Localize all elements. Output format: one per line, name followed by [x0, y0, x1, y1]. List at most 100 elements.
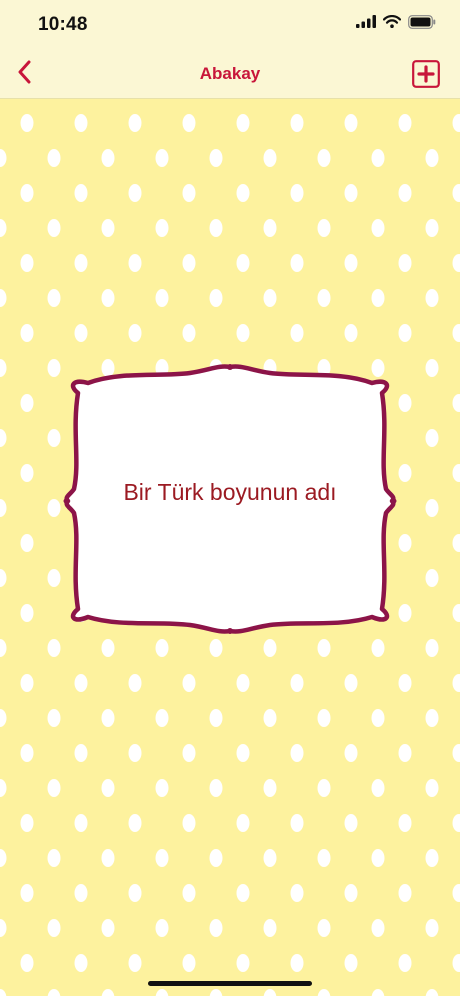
polka-dot — [0, 849, 7, 867]
polka-dot — [209, 219, 223, 237]
polka-dot — [47, 849, 61, 867]
polka-dot — [155, 289, 169, 307]
polka-dot — [398, 394, 412, 412]
polka-dot — [425, 499, 439, 517]
polka-dot — [425, 919, 439, 937]
polka-dot — [452, 394, 460, 412]
plus-square-icon — [412, 60, 440, 92]
polka-dot — [452, 674, 460, 692]
polka-dot — [371, 989, 385, 996]
polka-dot — [236, 114, 250, 132]
polka-dot — [128, 744, 142, 762]
home-indicator — [148, 981, 312, 986]
polka-dot — [155, 989, 169, 996]
polka-dot — [20, 394, 34, 412]
polka-dot — [290, 184, 304, 202]
polka-dot — [425, 989, 439, 996]
polka-dot — [0, 989, 7, 996]
polka-dot — [182, 184, 196, 202]
polka-dot — [182, 744, 196, 762]
polka-dot — [398, 464, 412, 482]
polka-dot — [425, 429, 439, 447]
polka-dot — [209, 709, 223, 727]
polka-dot — [47, 569, 61, 587]
flash-card[interactable]: Bir Türk boyunun adı — [60, 361, 400, 637]
polka-dot — [317, 289, 331, 307]
polka-dot — [47, 709, 61, 727]
polka-dot — [452, 884, 460, 902]
polka-dot — [74, 744, 88, 762]
polka-dot — [47, 219, 61, 237]
polka-dot — [317, 709, 331, 727]
polka-dot — [0, 289, 7, 307]
polka-dot — [236, 884, 250, 902]
polka-dot — [236, 744, 250, 762]
polka-dot — [371, 849, 385, 867]
add-button[interactable] — [412, 60, 440, 88]
polka-dot — [344, 814, 358, 832]
polka-dot — [371, 219, 385, 237]
polka-dot — [344, 674, 358, 692]
polka-dot — [209, 149, 223, 167]
polka-dot — [371, 149, 385, 167]
status-bar: 10:48 — [0, 0, 460, 50]
polka-dot — [209, 639, 223, 657]
polka-dot — [452, 814, 460, 832]
polka-dot — [290, 114, 304, 132]
navigation-bar: Abakay — [0, 50, 460, 99]
polka-dot — [74, 954, 88, 972]
polka-dot — [290, 954, 304, 972]
wifi-icon — [382, 15, 402, 33]
polka-dot — [182, 814, 196, 832]
polka-dot — [371, 639, 385, 657]
polka-dot — [101, 709, 115, 727]
polka-dot — [47, 289, 61, 307]
polka-dot — [20, 184, 34, 202]
polka-dot — [20, 884, 34, 902]
polka-dot — [317, 149, 331, 167]
polka-dot — [236, 674, 250, 692]
polka-dot — [425, 289, 439, 307]
polka-dot — [290, 254, 304, 272]
polka-dot — [0, 779, 7, 797]
polka-dot — [74, 674, 88, 692]
polka-dot — [452, 744, 460, 762]
polka-dot — [20, 534, 34, 552]
polka-dot — [263, 989, 277, 996]
polka-dot — [290, 814, 304, 832]
polka-dot — [155, 779, 169, 797]
polka-dot — [371, 289, 385, 307]
content-area: Bir Türk boyunun adı — [0, 99, 460, 996]
polka-dot — [452, 114, 460, 132]
polka-dot — [371, 779, 385, 797]
polka-dot — [425, 359, 439, 377]
polka-dot — [155, 709, 169, 727]
polka-dot — [20, 954, 34, 972]
polka-dot — [0, 919, 7, 937]
polka-dot — [47, 639, 61, 657]
polka-dot — [101, 219, 115, 237]
polka-dot — [128, 674, 142, 692]
polka-dot — [182, 954, 196, 972]
polka-dot — [344, 954, 358, 972]
polka-dot — [74, 114, 88, 132]
polka-dot — [425, 849, 439, 867]
polka-dot — [47, 359, 61, 377]
polka-dot — [290, 324, 304, 342]
polka-dot — [74, 184, 88, 202]
polka-dot — [317, 219, 331, 237]
polka-dot — [398, 884, 412, 902]
polka-dot — [74, 254, 88, 272]
polka-dot — [317, 849, 331, 867]
polka-dot — [0, 499, 7, 517]
polka-dot — [47, 919, 61, 937]
polka-dot — [344, 744, 358, 762]
polka-dot — [101, 989, 115, 996]
polka-dot — [182, 114, 196, 132]
polka-dot — [209, 289, 223, 307]
polka-dot — [101, 779, 115, 797]
polka-dot — [317, 919, 331, 937]
polka-dot — [47, 989, 61, 996]
polka-dot — [182, 884, 196, 902]
polka-dot — [398, 954, 412, 972]
